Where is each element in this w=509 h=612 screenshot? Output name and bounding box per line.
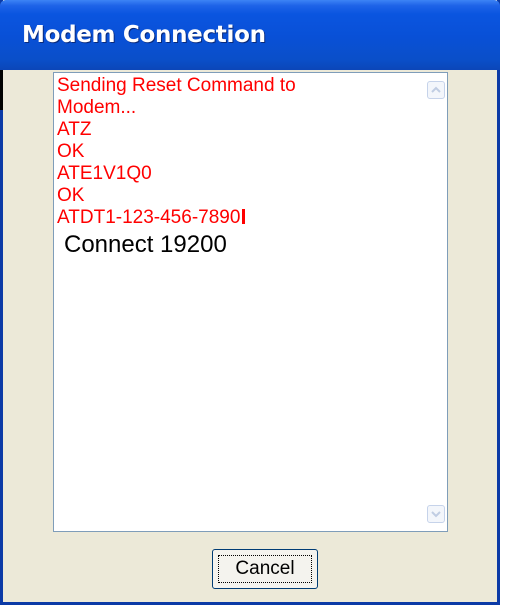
connection-status: Connect 19200 (64, 231, 227, 258)
modem-connection-dialog: Modem Connection Sending Reset Command t… (0, 0, 500, 605)
vertical-scrollbar[interactable] (425, 73, 447, 531)
modem-log-textbox[interactable]: Sending Reset Command to Modem... ATZ OK… (53, 72, 448, 532)
log-line: Modem... (57, 97, 137, 118)
log-content: Sending Reset Command to Modem... ATZ OK… (57, 75, 423, 260)
cancel-button[interactable]: Cancel (212, 549, 318, 589)
cancel-button-label: Cancel (235, 558, 295, 579)
title-bar[interactable]: Modem Connection (0, 0, 500, 70)
dial-command-text: ATDT1-123-456-7890 (57, 207, 241, 228)
log-line: OK (57, 185, 85, 206)
log-line: ATZ (57, 119, 92, 140)
log-line: Sending Reset Command to (57, 75, 296, 96)
log-line-dial: ATDT1-123-456-7890 (57, 207, 423, 229)
scroll-down-button[interactable] (427, 505, 445, 523)
chevron-up-icon (431, 86, 441, 93)
log-line: OK (57, 141, 85, 162)
chevron-down-icon (431, 511, 441, 518)
scroll-up-button[interactable] (427, 81, 445, 99)
window-title: Modem Connection (22, 22, 266, 48)
log-line: ATE1V1Q0 (57, 163, 152, 184)
text-caret (242, 209, 246, 224)
window-edge-shadow (0, 70, 3, 110)
